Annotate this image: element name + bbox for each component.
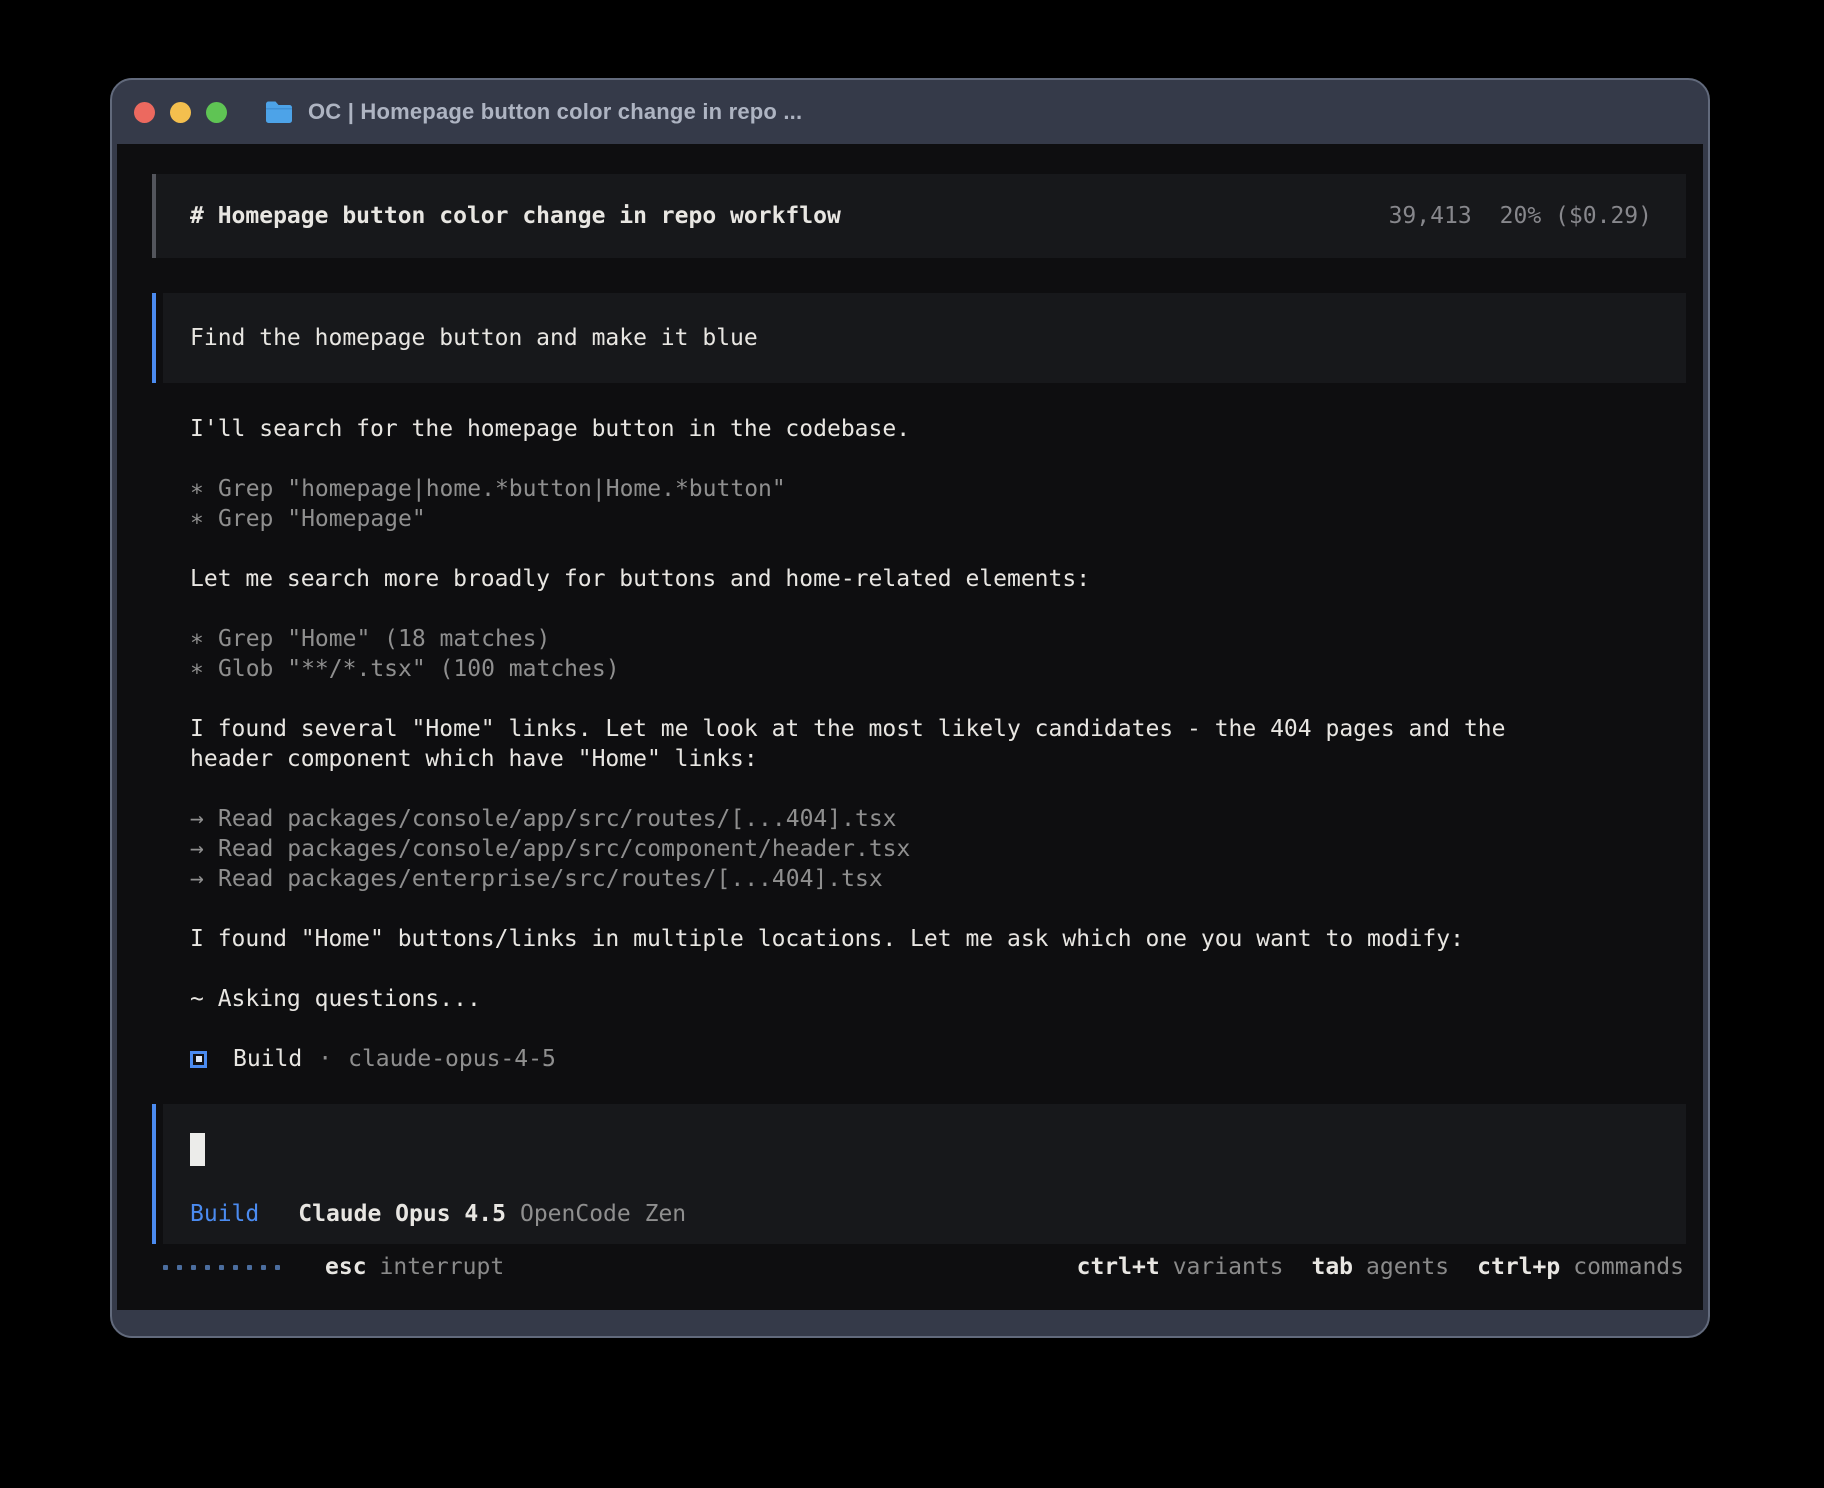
hint-key: ctrl+p	[1477, 1254, 1560, 1280]
hint-label: variants	[1173, 1254, 1284, 1280]
tool-call-text: Grep "Homepage"	[218, 506, 426, 532]
assistant-text: header component which have "Home" links…	[190, 744, 1703, 774]
terminal-window: OC | Homepage button color change in rep…	[110, 78, 1710, 1338]
agent-attribution: Build · claude-opus-4-5	[190, 1044, 1703, 1074]
hint-key: tab	[1311, 1254, 1353, 1280]
agent-build-icon	[190, 1051, 207, 1068]
tool-marker-icon: ∗	[190, 474, 218, 504]
session-stats: 39,413 20% ($0.29)	[1389, 203, 1652, 229]
session-header: # Homepage button color change in repo w…	[152, 174, 1686, 258]
tool-call-read: →Read packages/console/app/src/routes/[.…	[190, 804, 1703, 834]
status-right: ctrl+t variants tab agents ctrl+p comman…	[1049, 1254, 1684, 1280]
window-title: OC | Homepage button color change in rep…	[308, 99, 802, 125]
minimize-button[interactable]	[170, 102, 191, 123]
session-title: # Homepage button color change in repo w…	[190, 203, 841, 229]
context-cost: 20% ($0.29)	[1500, 203, 1652, 229]
input-meta-row: Build Claude Opus 4.5 OpenCode Zen	[190, 1199, 1686, 1229]
activity-spinner-icon	[163, 1265, 289, 1270]
tool-call-read: →Read packages/enterprise/src/routes/[..…	[190, 864, 1703, 894]
hint-variants: ctrl+t variants	[1077, 1254, 1284, 1280]
arrow-right-icon: →	[190, 834, 218, 864]
read-call-group: →Read packages/console/app/src/routes/[.…	[190, 804, 1703, 894]
assistant-paragraph: I found several "Home" links. Let me loo…	[190, 714, 1703, 774]
tool-call-text: Read packages/console/app/src/component/…	[218, 836, 910, 862]
tool-marker-icon: ∗	[190, 624, 218, 654]
tool-call-group: ∗Grep "Home" (18 matches) ∗Glob "**/*.ts…	[190, 624, 1703, 684]
tool-call-grep: ∗Grep "homepage|home.*button|Home.*butto…	[190, 474, 1703, 504]
maximize-button[interactable]	[206, 102, 227, 123]
hint-label: agents	[1366, 1254, 1449, 1280]
tool-call-text: Grep "homepage|home.*button|Home.*button…	[218, 476, 786, 502]
conversation: I'll search for the homepage button in t…	[190, 414, 1703, 1074]
assistant-text: I found "Home" buttons/links in multiple…	[190, 924, 1703, 954]
hint-agents: tab agents	[1311, 1254, 1449, 1280]
arrow-right-icon: →	[190, 864, 218, 894]
tool-call-text: Grep "Home" (18 matches)	[218, 626, 550, 652]
hint-key: ctrl+t	[1077, 1254, 1160, 1280]
agent-name: Build	[233, 1044, 302, 1074]
tool-call-group: ∗Grep "homepage|home.*button|Home.*butto…	[190, 474, 1703, 534]
window-titlebar: OC | Homepage button color change in rep…	[112, 80, 1708, 144]
tool-call-text: Glob "**/*.tsx" (100 matches)	[218, 656, 620, 682]
user-message: Find the homepage button and make it blu…	[163, 293, 1686, 383]
tool-call-text: Read packages/console/app/src/routes/[..…	[218, 806, 897, 832]
tool-call-glob: ∗Glob "**/*.tsx" (100 matches)	[190, 654, 1703, 684]
status-bar: esc interrupt ctrl+t variants tab agents…	[163, 1252, 1684, 1282]
folder-icon	[264, 100, 294, 124]
tool-call-grep: ∗Grep "Home" (18 matches)	[190, 624, 1703, 654]
esc-key-hint: esc	[325, 1254, 367, 1280]
working-status-text: ~ Asking questions...	[190, 984, 1703, 1014]
separator-dot: ·	[318, 1044, 332, 1074]
agent-mode-label[interactable]: Build	[190, 1199, 259, 1229]
tool-call-read: →Read packages/console/app/src/component…	[190, 834, 1703, 864]
model-label[interactable]: Claude Opus 4.5	[298, 1199, 506, 1229]
terminal-content: # Homepage button color change in repo w…	[117, 144, 1703, 1310]
token-count: 39,413	[1389, 203, 1472, 229]
text-cursor	[190, 1133, 205, 1166]
agent-model: claude-opus-4-5	[348, 1044, 556, 1074]
desktop: OC | Homepage button color change in rep…	[0, 0, 1824, 1488]
assistant-text: I found several "Home" links. Let me loo…	[190, 714, 1703, 744]
close-button[interactable]	[134, 102, 155, 123]
assistant-text: I'll search for the homepage button in t…	[190, 414, 1703, 444]
status-left: esc interrupt	[163, 1254, 504, 1280]
tool-marker-icon: ∗	[190, 654, 218, 684]
arrow-right-icon: →	[190, 804, 218, 834]
user-message-text: Find the homepage button and make it blu…	[190, 325, 758, 351]
tool-marker-icon: ∗	[190, 504, 218, 534]
tool-call-grep: ∗Grep "Homepage"	[190, 504, 1703, 534]
assistant-text: Let me search more broadly for buttons a…	[190, 564, 1703, 594]
hint-commands: ctrl+p commands	[1477, 1254, 1684, 1280]
hint-label: commands	[1573, 1254, 1684, 1280]
esc-key-action: interrupt	[380, 1254, 505, 1280]
prompt-input[interactable]: Build Claude Opus 4.5 OpenCode Zen	[163, 1104, 1686, 1244]
provider-label: OpenCode Zen	[520, 1199, 686, 1229]
tool-call-text: Read packages/enterprise/src/routes/[...…	[218, 866, 883, 892]
